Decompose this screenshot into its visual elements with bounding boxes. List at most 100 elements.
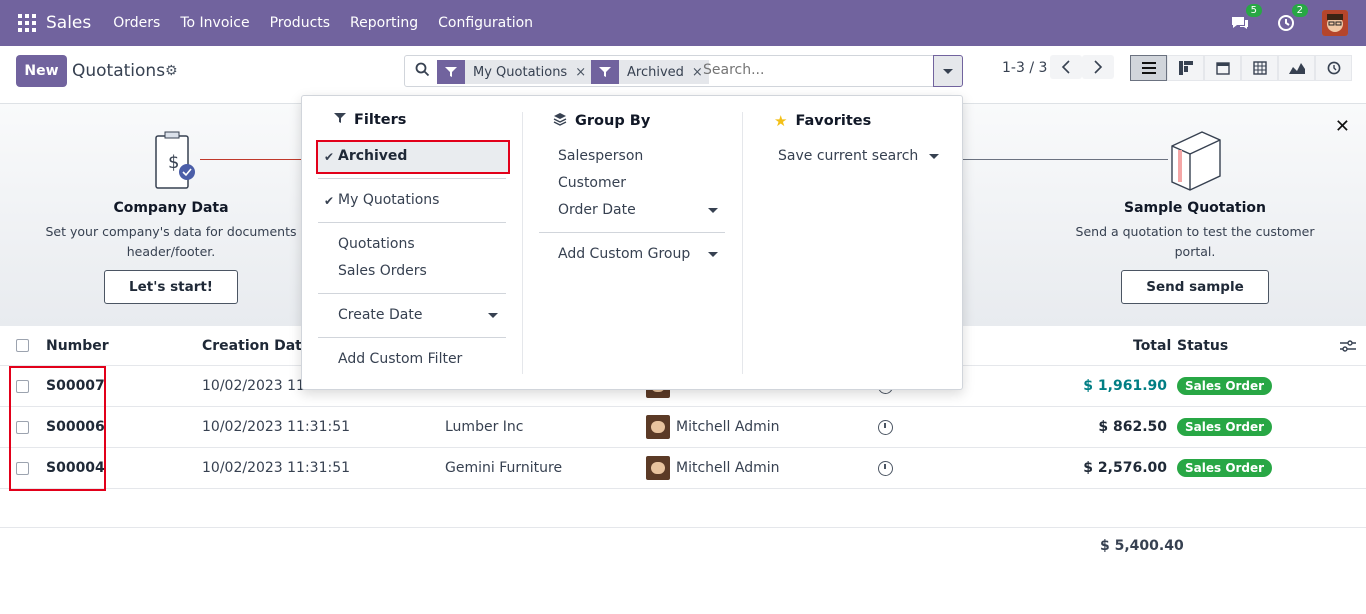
row-customer: Lumber Inc — [445, 419, 524, 435]
group-by-customer[interactable]: Customer — [558, 175, 626, 191]
pivot-view-icon[interactable] — [1241, 55, 1278, 81]
table-row[interactable]: S00004 10/02/2023 11:31:51 Gemini Furnit… — [0, 448, 1366, 489]
caret-down-icon[interactable] — [708, 208, 718, 213]
step-description: Send a quotation to test the customer — [1075, 224, 1315, 239]
menu-to-invoice[interactable]: To Invoice — [180, 15, 249, 31]
step-company-data: Company Data Set your company's data for… — [40, 200, 302, 304]
column-header-number[interactable]: Number — [46, 326, 109, 365]
select-all-checkbox[interactable] — [16, 339, 29, 352]
step-description: Set your company's data for documents — [45, 224, 297, 239]
new-button[interactable]: New — [16, 55, 67, 87]
row-date: 10/02/2023 11:31:51 — [202, 460, 351, 476]
group-by-salesperson[interactable]: Salesperson — [558, 148, 643, 164]
row-salesperson: Mitchell Admin — [646, 448, 780, 488]
facet-my-quotations: My Quotations × — [437, 60, 593, 84]
step-sample-quotation: Sample Quotation Send a quotation to tes… — [1064, 200, 1326, 304]
company-data-illustration-icon: $ — [153, 130, 201, 196]
group-by-section: Group By — [553, 112, 650, 130]
filter-icon — [437, 60, 465, 84]
user-avatar[interactable] — [1322, 10, 1348, 36]
row-total: $ 862.50 — [1098, 419, 1167, 435]
caret-down-icon[interactable] — [708, 252, 718, 257]
search-options-dropdown: Filters ✔ Archived ✔ My Quotations Quota… — [301, 95, 963, 390]
filter-create-date[interactable]: Create Date — [338, 307, 422, 323]
optional-columns-icon[interactable] — [1340, 326, 1356, 365]
filter-sales-orders[interactable]: Sales Orders — [338, 263, 427, 279]
filter-my-quotations[interactable]: My Quotations — [338, 192, 439, 208]
graph-view-icon[interactable] — [1278, 55, 1315, 81]
sample-quotation-illustration-icon — [1168, 128, 1224, 196]
group-by-order-date[interactable]: Order Date — [558, 202, 636, 218]
filter-icon — [591, 60, 619, 84]
status-badge: Sales Order — [1177, 459, 1273, 477]
column-header-creation-date[interactable]: Creation Date — [202, 326, 311, 365]
divider — [539, 232, 725, 233]
column-divider — [742, 112, 743, 374]
gear-icon[interactable]: ⚙ — [165, 63, 178, 79]
lets-start-button[interactable]: Let's start! — [104, 270, 238, 304]
search-bar: My Quotations × Archived × — [404, 55, 934, 87]
check-icon: ✔ — [324, 194, 335, 208]
menu-reporting[interactable]: Reporting — [350, 15, 418, 31]
add-custom-filter[interactable]: Add Custom Filter — [338, 351, 462, 367]
facet-archived: Archived × — [591, 60, 709, 84]
step-description: portal. — [1174, 244, 1216, 259]
facet-label: My Quotations — [465, 60, 576, 84]
layers-icon — [553, 112, 567, 130]
list-view-icon[interactable] — [1130, 55, 1167, 81]
filters-title: Filters — [354, 112, 407, 128]
calendar-view-icon[interactable] — [1204, 55, 1241, 81]
kanban-view-icon[interactable] — [1167, 55, 1204, 81]
banner-progress-line — [200, 159, 310, 160]
facet-label: Archived — [619, 60, 692, 84]
row-date: 10/02/2023 11:31:51 — [202, 419, 351, 435]
page-title: Quotations — [72, 61, 166, 81]
add-custom-group[interactable]: Add Custom Group — [558, 246, 690, 262]
menu-orders[interactable]: Orders — [113, 15, 160, 31]
apps-menu-icon[interactable] — [18, 14, 36, 32]
step-description: header/footer. — [126, 244, 216, 259]
step-title: Company Data — [113, 200, 229, 216]
step-title: Sample Quotation — [1123, 200, 1266, 216]
table-row[interactable]: S00006 10/02/2023 11:31:51 Lumber Inc Mi… — [0, 407, 1366, 448]
search-input[interactable] — [703, 62, 903, 78]
app-brand[interactable]: Sales — [46, 13, 91, 33]
salesperson-name: Mitchell Admin — [676, 419, 780, 435]
save-current-search[interactable]: Save current search — [778, 148, 918, 164]
activity-view-icon[interactable] — [1315, 55, 1352, 81]
column-header-status[interactable]: Status — [1177, 326, 1228, 365]
list-footer-divider — [0, 527, 1366, 528]
close-icon[interactable]: ✕ — [1335, 116, 1350, 137]
pager-previous-button[interactable] — [1050, 55, 1082, 79]
highlight-box — [316, 140, 510, 174]
svg-text:$: $ — [168, 152, 179, 173]
divider — [318, 337, 506, 338]
menu-configuration[interactable]: Configuration — [438, 15, 533, 31]
activities-clock-icon[interactable]: 2 — [1276, 4, 1308, 33]
menu-products[interactable]: Products — [270, 15, 330, 31]
banner-progress-line — [962, 159, 1168, 160]
column-header-total[interactable]: Total — [1133, 326, 1171, 365]
caret-down-icon[interactable] — [929, 154, 939, 159]
favorites-title: Favorites — [795, 113, 872, 129]
activities-badge: 2 — [1291, 4, 1308, 17]
caret-down-icon — [943, 68, 953, 74]
send-sample-button[interactable]: Send sample — [1121, 270, 1269, 304]
star-icon: ★ — [774, 112, 788, 130]
messages-icon[interactable]: 5 — [1230, 4, 1262, 33]
filter-quotations[interactable]: Quotations — [338, 236, 415, 252]
salesperson-avatar — [646, 415, 670, 439]
pager-value[interactable]: 1-3 / 3 — [1002, 60, 1047, 76]
view-switcher — [1130, 55, 1352, 81]
highlight-box — [9, 366, 106, 491]
facet-remove-icon[interactable]: × — [575, 60, 593, 84]
row-salesperson: Mitchell Admin — [646, 407, 780, 447]
activity-clock-icon[interactable] — [878, 419, 893, 435]
pager-next-button[interactable] — [1082, 55, 1114, 79]
filter-icon — [334, 112, 346, 128]
search-options-toggle[interactable] — [933, 55, 963, 87]
search-icon — [415, 62, 430, 81]
caret-down-icon[interactable] — [488, 313, 498, 318]
activity-clock-icon[interactable] — [878, 460, 893, 476]
favorites-section: ★ Favorites — [774, 112, 871, 130]
